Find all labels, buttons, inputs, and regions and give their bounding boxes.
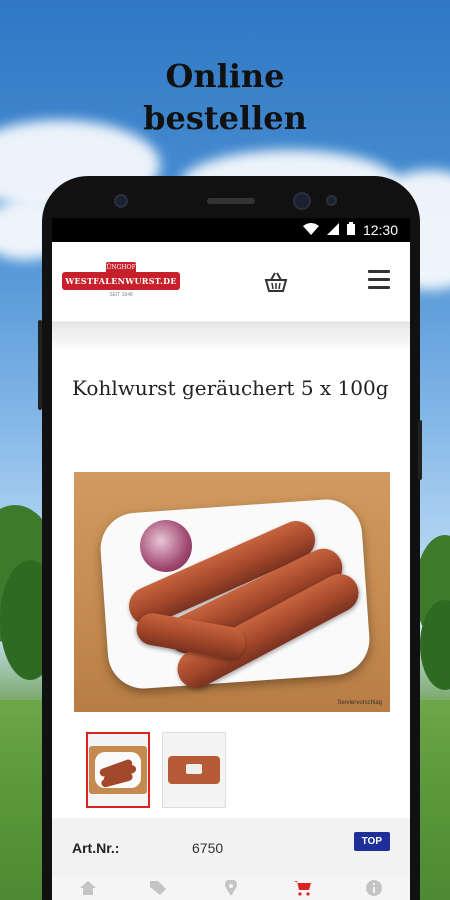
- brand-logo[interactable]: KÜNGHOFF WESTFALENWURST.DE SEIT 1848: [62, 260, 180, 304]
- headline-line-1: Online: [165, 57, 285, 95]
- hamburger-line: [368, 286, 390, 289]
- map-marker-icon[interactable]: [221, 879, 241, 897]
- logo-bottom-text: SEIT 1848: [109, 291, 133, 298]
- thumbnail-strip: [86, 732, 226, 808]
- hamburger-menu-icon: [368, 270, 390, 273]
- tags-icon[interactable]: [149, 879, 169, 897]
- app-header: KÜNGHOFF WESTFALENWURST.DE SEIT 1848: [52, 242, 410, 322]
- thumbnail-1[interactable]: [86, 732, 150, 808]
- product-title: Kohlwurst geräuchert 5 x 100g: [72, 376, 389, 400]
- front-sensor: [114, 194, 128, 208]
- onion: [140, 520, 192, 572]
- logo-banner-text: WESTFALENWURST.DE: [62, 271, 180, 290]
- status-bar: 12:30: [52, 218, 410, 242]
- front-camera: [293, 192, 311, 210]
- wifi-icon: [302, 222, 319, 238]
- article-info-row: Art.Nr.: 6750 TOP: [52, 818, 410, 878]
- signal-icon: [326, 222, 339, 238]
- thumbnail-package-image: [168, 756, 220, 784]
- volume-button: [38, 320, 42, 410]
- top-badge: TOP: [353, 832, 390, 851]
- basket-icon: [264, 272, 288, 292]
- product-image[interactable]: Serviervorschlag: [74, 472, 390, 712]
- info-icon[interactable]: [364, 879, 384, 897]
- promo-headline: Online bestellen: [0, 55, 450, 139]
- article-number-label: Art.Nr.:: [72, 840, 120, 856]
- package-label: [186, 764, 202, 774]
- thumbnail-2[interactable]: [162, 732, 226, 808]
- status-time: 12:30: [362, 222, 398, 238]
- hamburger-menu-button[interactable]: [368, 270, 390, 292]
- thumbnail-image: [89, 746, 147, 794]
- product-card: Kohlwurst geräuchert 5 x 100g Serviervor…: [52, 348, 410, 878]
- proximity-sensor: [326, 195, 337, 206]
- power-button: [418, 420, 422, 480]
- phone-speaker: [207, 198, 255, 204]
- hamburger-line: [368, 278, 390, 281]
- battery-icon: [346, 222, 355, 238]
- app-screen: 12:30 KÜNGHOFF WESTFALENWURST.DE SEIT 18…: [52, 218, 410, 900]
- cart-icon[interactable]: [293, 879, 313, 897]
- basket-button[interactable]: [262, 269, 290, 295]
- header-separator: [52, 322, 410, 348]
- home-icon[interactable]: [78, 879, 98, 897]
- article-number-value: 6750: [192, 840, 224, 856]
- bottom-navigation: [52, 876, 410, 900]
- image-caption: Serviervorschlag: [337, 700, 382, 706]
- headline-line-2: bestellen: [143, 99, 307, 137]
